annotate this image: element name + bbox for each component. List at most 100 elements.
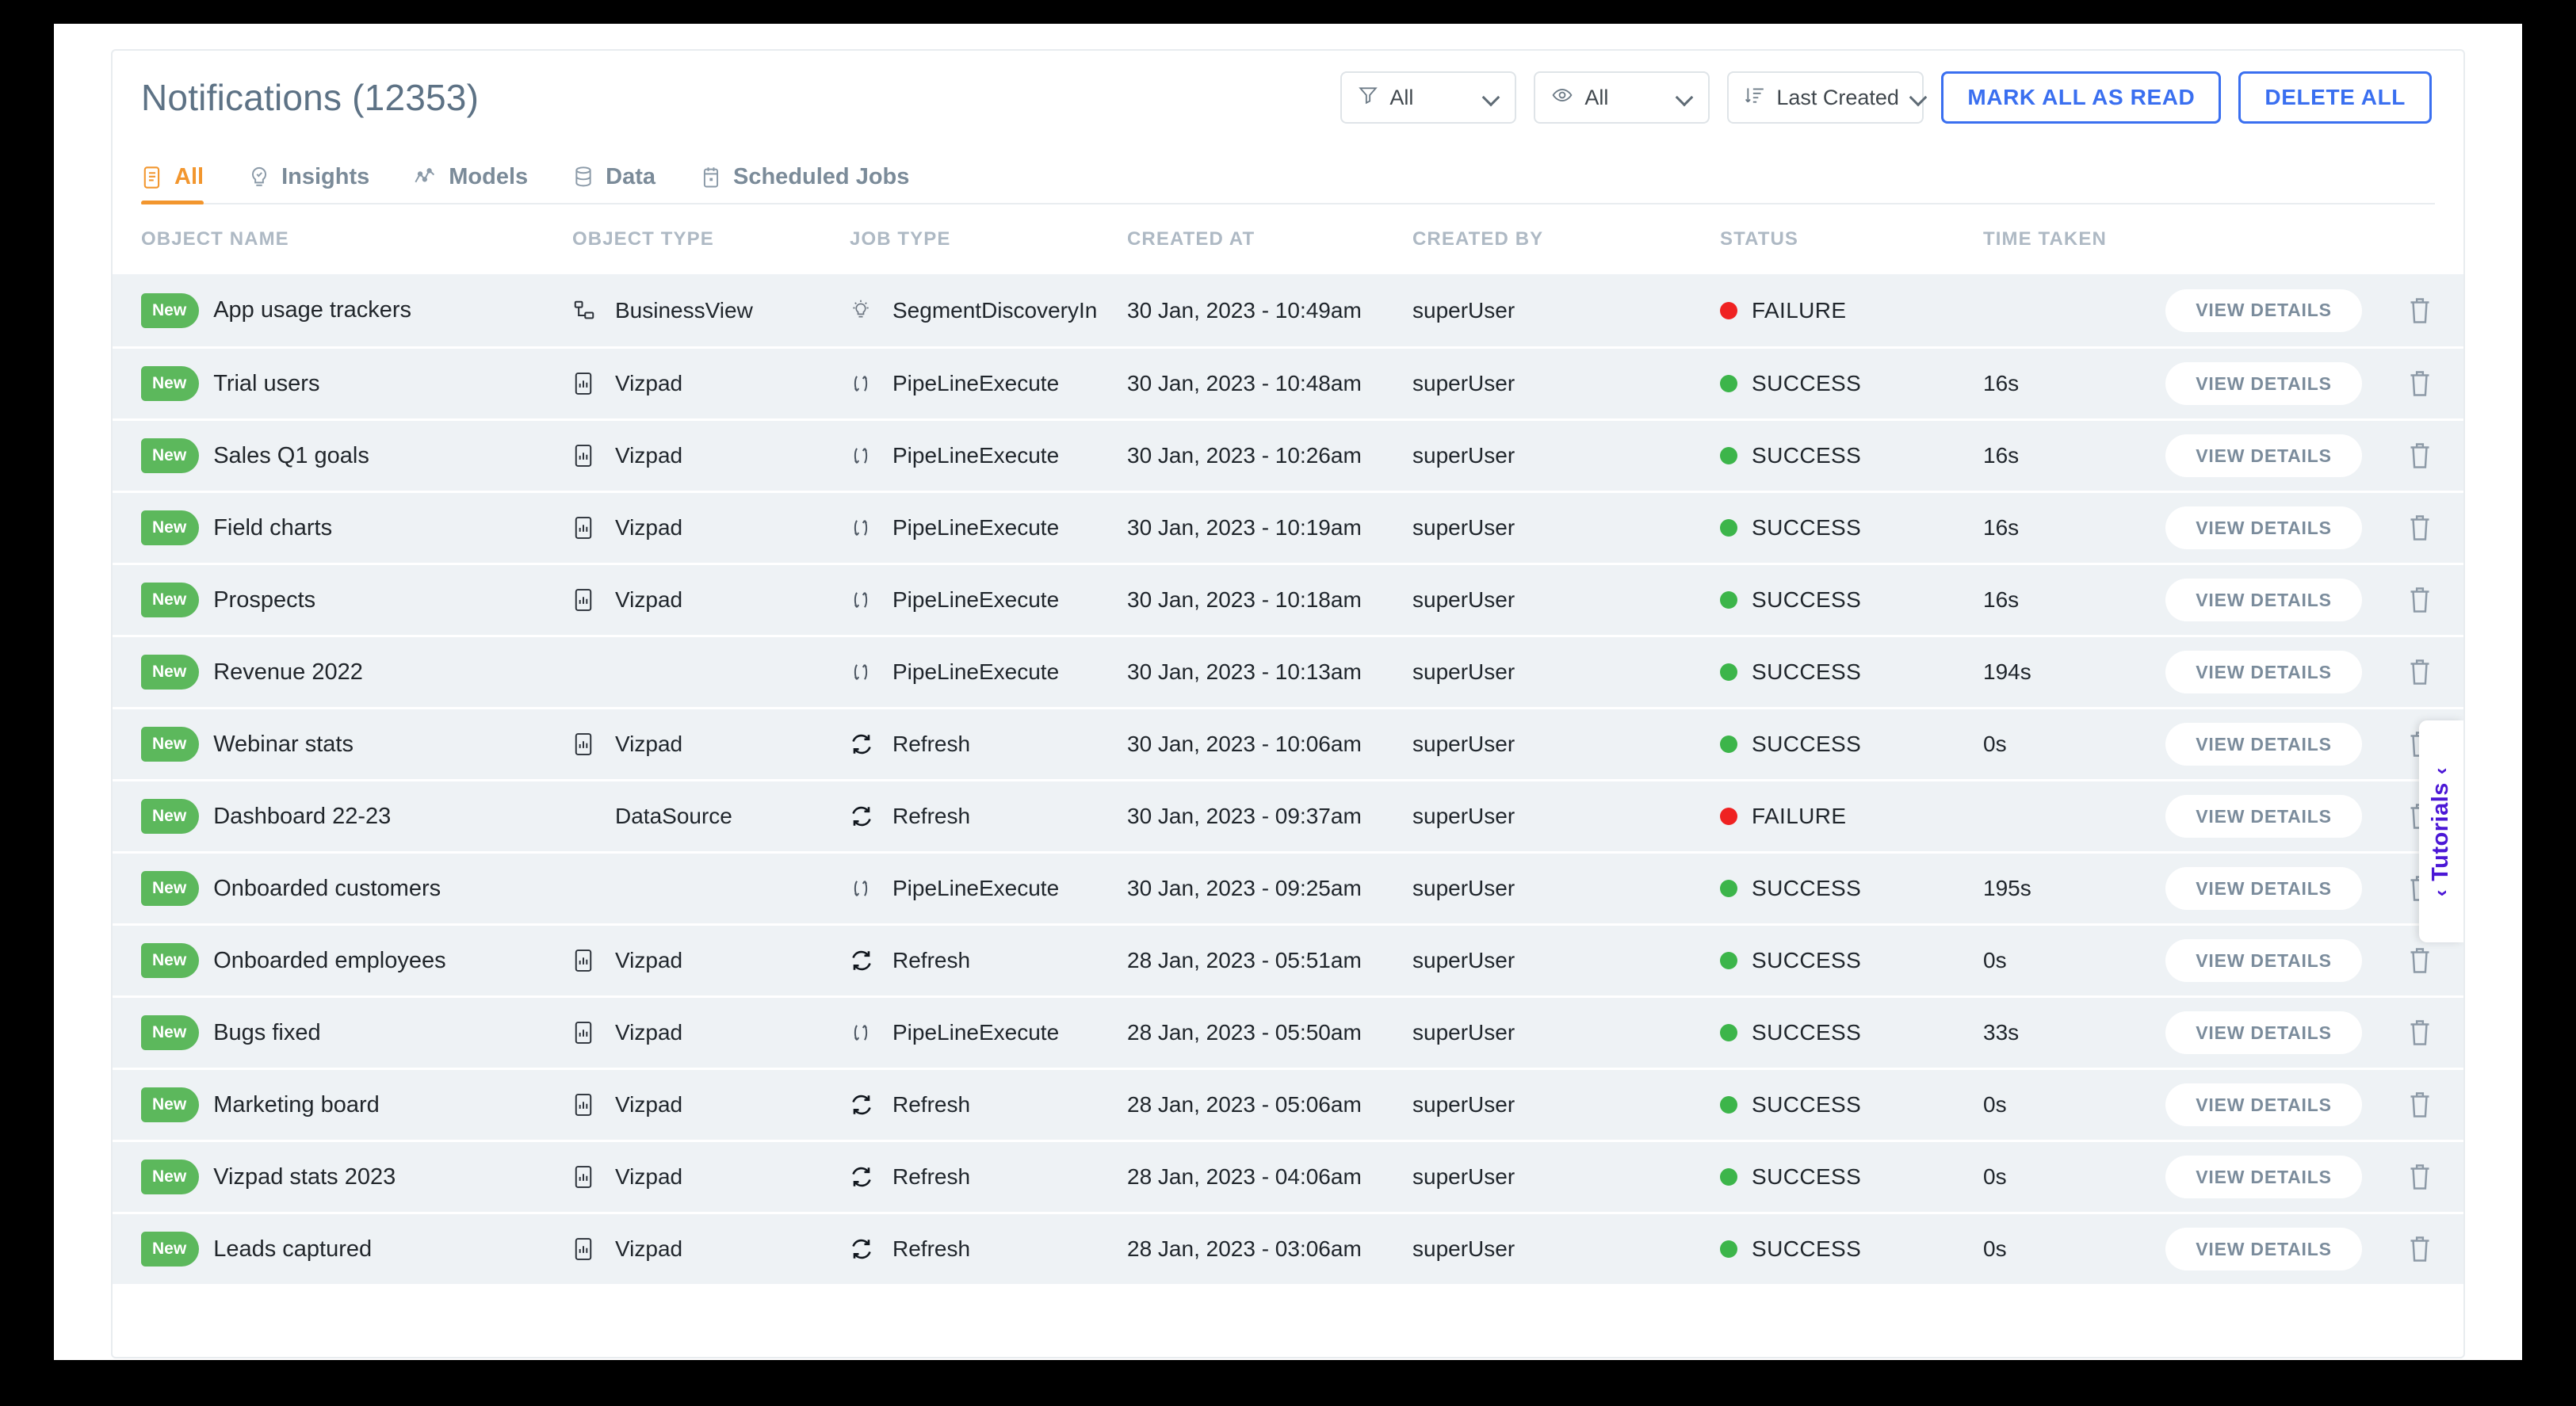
row-job-type-cell: PipeLineExecute [850, 515, 1127, 541]
row-object-name: Prospects [213, 586, 316, 613]
chart-card-icon [572, 587, 607, 613]
tab-models[interactable]: Models [414, 164, 528, 203]
table-row[interactable]: New Leads captured Vizpad Refresh 28 Jan, 20… [113, 1212, 2463, 1284]
trash-icon[interactable] [2406, 1161, 2433, 1193]
table-row[interactable]: New Field charts Vizpad PipeLineExecute 30 J… [113, 491, 2463, 563]
header-controls: All All Last Created MARK ALL AS READ DE… [1340, 71, 2432, 124]
view-details-button[interactable]: VIEW DETAILS [2165, 795, 2362, 838]
row-job-type-cell: Refresh [850, 732, 1127, 757]
tab-data-label: Data [606, 164, 655, 189]
row-job-type: PipeLineExecute [892, 371, 1060, 395]
table-row[interactable]: New Onboarded employees Vizpad Refresh 28 Ja… [113, 923, 2463, 995]
row-created-at-cell: 30 Jan, 2023 - 10:18am [1127, 587, 1412, 613]
row-object-name-cell: New Vizpad stats 2023 [113, 1160, 556, 1194]
database-icon [572, 166, 594, 189]
delete-all-button[interactable]: DELETE ALL [2238, 71, 2432, 124]
table-row[interactable]: New Marketing board Vizpad Refresh 28 Jan, 2… [113, 1068, 2463, 1140]
row-object-name: Marketing board [213, 1091, 380, 1118]
view-details-button[interactable]: VIEW DETAILS [2165, 1228, 2362, 1270]
trash-icon[interactable] [2406, 584, 2433, 616]
view-details-button[interactable]: VIEW DETAILS [2165, 723, 2362, 766]
tab-all[interactable]: All [141, 164, 204, 205]
read-state-dropdown[interactable]: All [1534, 71, 1710, 124]
tab-data[interactable]: Data [572, 164, 655, 203]
trash-icon[interactable] [2406, 1089, 2433, 1121]
table-row[interactable]: New Trial users Vizpad PipeLineExecute 30 Ja… [113, 346, 2463, 418]
row-created-at-cell: 30 Jan, 2023 - 10:06am [1127, 732, 1412, 757]
row-time-taken: 16s [1983, 515, 2020, 540]
filter-type-dropdown[interactable]: All [1340, 71, 1517, 124]
view-details-button[interactable]: VIEW DETAILS [2165, 1156, 2362, 1198]
trash-icon[interactable] [2406, 1233, 2433, 1265]
row-job-type-cell: PipeLineExecute [850, 659, 1127, 685]
row-object-type-cell: Vizpad [556, 443, 850, 468]
row-created-by-cell: superUser [1412, 876, 1698, 901]
row-status: SUCCESS [1752, 1236, 1862, 1261]
row-time-taken-cell: 16s [1983, 371, 2165, 396]
row-status: SUCCESS [1752, 1164, 1862, 1189]
trash-icon[interactable] [2406, 945, 2433, 976]
row-job-type-cell: Refresh [850, 948, 1127, 973]
view-details-button[interactable]: VIEW DETAILS [2165, 1011, 2362, 1054]
row-object-name-cell: New Sales Q1 goals [113, 438, 556, 473]
row-job-type: Refresh [892, 1092, 971, 1117]
table-row[interactable]: New Webinar stats Vizpad Refresh 30 Jan, 202… [113, 707, 2463, 779]
status-dot-icon [1720, 1024, 1737, 1041]
row-time-taken-cell: 16s [1983, 587, 2165, 613]
table-row[interactable]: New Onboarded customers PipeLineExecute 30 … [113, 851, 2463, 923]
view-details-button[interactable]: VIEW DETAILS [2165, 867, 2362, 910]
sort-dropdown[interactable]: Last Created [1727, 71, 1924, 124]
page-title: Notifications (12353) [141, 76, 479, 119]
view-details-button[interactable]: VIEW DETAILS [2165, 362, 2362, 405]
new-badge: New [141, 510, 200, 545]
row-status-cell: SUCCESS [1698, 659, 1983, 685]
row-created-by-cell: superUser [1412, 587, 1698, 613]
row-actions: VIEW DETAILS [2165, 506, 2463, 549]
table-row[interactable]: New Bugs fixed Vizpad PipeLineExecute 28 Jan… [113, 995, 2463, 1068]
filter-icon [1358, 85, 1378, 111]
row-created-by: superUser [1412, 1236, 1515, 1261]
trash-icon[interactable] [2406, 1017, 2433, 1049]
row-created-at-cell: 30 Jan, 2023 - 09:37am [1127, 804, 1412, 829]
row-time-taken: 16s [1983, 443, 2020, 468]
view-details-button[interactable]: VIEW DETAILS [2165, 288, 2362, 332]
row-created-at: 28 Jan, 2023 - 03:06am [1127, 1236, 1362, 1261]
table-row[interactable]: New App usage trackers BusinessView Segment… [113, 274, 2463, 346]
row-created-at: 30 Jan, 2023 - 10:18am [1127, 587, 1362, 612]
tab-scheduled-jobs[interactable]: Scheduled Jobs [700, 164, 909, 203]
table-row[interactable]: New Dashboard 22-23 DataSource Refresh 30 Ja… [113, 779, 2463, 851]
row-created-at: 30 Jan, 2023 - 10:49am [1127, 297, 1362, 323]
view-details-button[interactable]: VIEW DETAILS [2165, 506, 2362, 549]
chart-card-icon [572, 1164, 607, 1190]
trash-icon[interactable] [2406, 295, 2433, 327]
trash-icon[interactable] [2406, 368, 2433, 399]
table-row[interactable]: New Prospects Vizpad PipeLineExecute 30 Jan,… [113, 563, 2463, 635]
row-status: SUCCESS [1752, 515, 1862, 540]
view-details-button[interactable]: VIEW DETAILS [2165, 1083, 2362, 1126]
view-details-button[interactable]: VIEW DETAILS [2165, 434, 2362, 477]
view-details-button[interactable]: VIEW DETAILS [2165, 579, 2362, 621]
view-details-button[interactable]: VIEW DETAILS [2165, 651, 2362, 693]
trash-icon[interactable] [2406, 440, 2433, 472]
row-object-name-cell: New Marketing board [113, 1087, 556, 1122]
row-created-by: superUser [1412, 515, 1515, 540]
row-status-cell: SUCCESS [1698, 1236, 1983, 1262]
notifications-card: Notifications (12353) All All Last Creat… [111, 49, 2465, 1358]
row-object-type: Vizpad [615, 515, 683, 540]
view-details-button[interactable]: VIEW DETAILS [2165, 939, 2362, 982]
row-time-taken-cell: 0s [1983, 732, 2165, 757]
table-row[interactable]: New Sales Q1 goals Vizpad PipeLineExecute 30… [113, 418, 2463, 491]
tutorials-handle[interactable]: ‹ Tutorials ‹ [2419, 720, 2463, 942]
tab-insights[interactable]: Insights [248, 164, 369, 203]
row-time-taken-cell: 194s [1983, 659, 2165, 685]
row-status-cell: SUCCESS [1698, 948, 1983, 973]
table-row[interactable]: New Revenue 2022 PipeLineExecute 30 Jan, 20… [113, 635, 2463, 707]
trash-icon[interactable] [2406, 656, 2433, 688]
chart-card-icon [572, 443, 607, 468]
row-status-cell: SUCCESS [1698, 515, 1983, 541]
table-row[interactable]: New Vizpad stats 2023 Vizpad Refresh 28 Jan,… [113, 1140, 2463, 1212]
row-object-type-cell: Vizpad [556, 587, 850, 613]
trash-icon[interactable] [2406, 512, 2433, 544]
mark-all-as-read-button[interactable]: MARK ALL AS READ [1941, 71, 2222, 124]
row-object-type: Vizpad [615, 1164, 683, 1189]
